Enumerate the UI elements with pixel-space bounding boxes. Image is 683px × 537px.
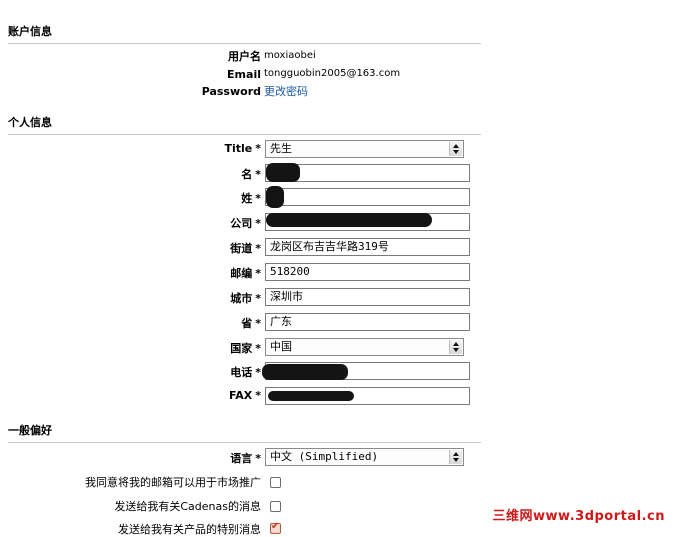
- redaction-mark: [266, 213, 432, 227]
- country-select[interactable]: 中国: [265, 338, 464, 356]
- street-field[interactable]: 龙岗区布吉吉华路319号: [265, 238, 470, 256]
- language-label: 语言 *: [230, 452, 261, 465]
- redaction-mark: [268, 391, 354, 401]
- opt-marketing-label: 我同意将我的邮箱可以用于市场推广: [85, 476, 261, 489]
- username-value: moxiaobei: [264, 50, 316, 61]
- zip-label: 邮编 *: [230, 267, 261, 280]
- redaction-mark: [262, 364, 348, 380]
- province-field[interactable]: 广东: [265, 313, 470, 331]
- redaction-mark: [266, 163, 300, 182]
- province-label: 省 *: [241, 317, 261, 330]
- opt-special-label: 发送给我有关产品的特别消息: [118, 523, 261, 536]
- username-label: 用户名: [228, 50, 261, 63]
- site-watermark: 三维网www.3dportal.cn: [492, 509, 665, 524]
- fax-label: FAX *: [228, 389, 261, 402]
- change-password-link[interactable]: 更改密码: [264, 83, 308, 99]
- language-select[interactable]: 中文 (Simplified): [265, 448, 464, 466]
- opt-marketing-checkbox[interactable]: [270, 477, 281, 488]
- company-label: 公司 *: [230, 217, 261, 230]
- section-title-account: 账户信息: [8, 23, 481, 44]
- country-label: 国家 *: [230, 342, 261, 355]
- surname-label: 姓 *: [241, 192, 261, 205]
- opt-cadenas-label: 发送给我有关Cadenas的消息: [114, 500, 261, 513]
- title-label: Title *: [224, 142, 261, 155]
- opt-cadenas-checkbox[interactable]: [270, 501, 281, 512]
- city-label: 城市 *: [230, 292, 261, 305]
- surname-field[interactable]: [265, 188, 470, 206]
- select-arrows-icon: [449, 450, 462, 464]
- phone-label: 电话 *: [230, 366, 261, 379]
- name-label: 名 *: [241, 168, 261, 181]
- email-value: tongguobin2005@163.com: [264, 68, 401, 79]
- redaction-mark: [266, 186, 284, 208]
- section-title-personal: 个人信息: [8, 114, 481, 135]
- password-label: Password: [201, 85, 261, 98]
- opt-special-checkbox[interactable]: [270, 521, 281, 534]
- select-arrows-icon: [449, 340, 462, 354]
- street-label: 街道 *: [230, 242, 261, 255]
- zip-field[interactable]: 518200: [265, 263, 470, 281]
- section-title-preferences: 一般偏好: [8, 422, 481, 443]
- email-label: Email: [227, 68, 261, 81]
- city-field[interactable]: 深圳市: [265, 288, 470, 306]
- select-arrows-icon: [449, 142, 462, 156]
- title-select[interactable]: 先生: [265, 140, 464, 158]
